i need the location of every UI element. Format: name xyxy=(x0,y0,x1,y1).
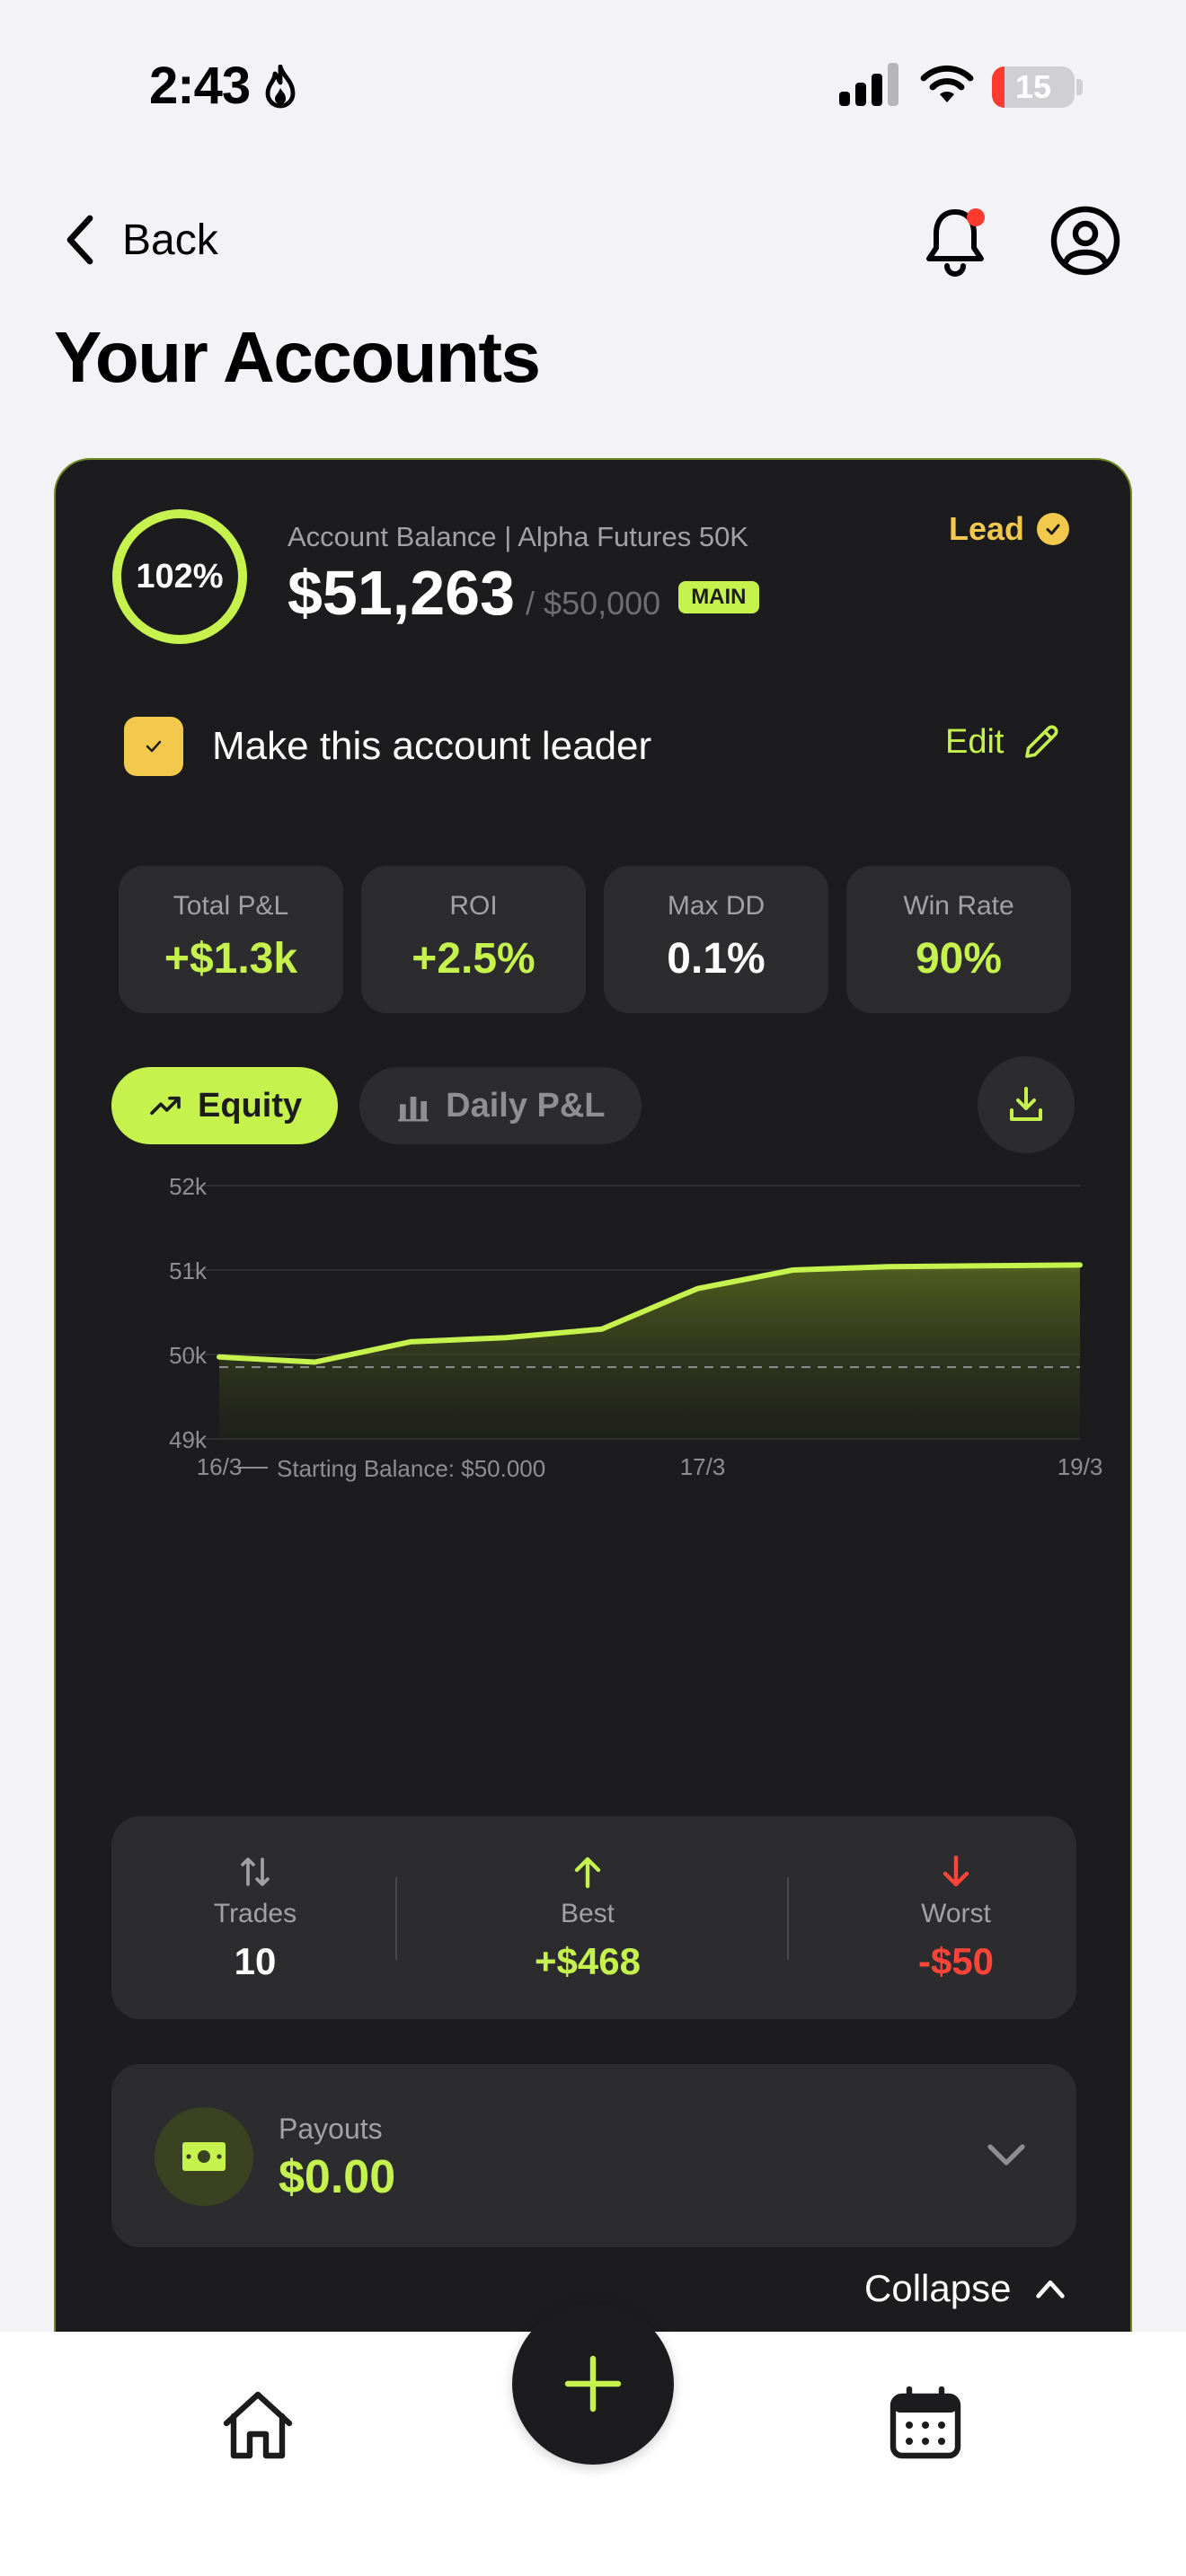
trade-summary: Trades 10 Best +$468 Worst -$50 xyxy=(111,1816,1076,2019)
arrow-down-icon xyxy=(943,1855,969,1887)
back-label: Back xyxy=(122,216,218,264)
y-tick-label: 52k xyxy=(169,1173,208,1200)
equity-chart-svg: 52k 51k 50k 49k16/3 17/3 19/3 Starting Balance… xyxy=(169,1173,1103,1482)
best-value: +$468 xyxy=(535,1940,641,1982)
back-button[interactable]: Back xyxy=(63,208,218,271)
balance-row: $51,263 / $50,000 MAIN xyxy=(288,557,759,629)
battery-level: 15 xyxy=(1014,68,1052,105)
notification-dot xyxy=(967,208,985,226)
chevron-down-icon xyxy=(987,2144,1025,2166)
user-circle-icon xyxy=(1050,206,1120,276)
x-tick-label: 19/3 xyxy=(1058,1453,1103,1480)
payouts-label: Payouts xyxy=(279,2113,383,2145)
progress-label: 102% xyxy=(136,558,224,595)
baseline-label: Starting Balance: $50.000 xyxy=(277,1455,545,1482)
status-bar: 2:43 15 xyxy=(0,0,1186,171)
account-balance: $51,263 xyxy=(288,558,516,628)
main-badge: MAIN xyxy=(678,581,759,613)
stat-label: Max DD xyxy=(667,891,766,921)
stat-label: Win Rate xyxy=(903,891,1014,921)
stat-label: Total P&L xyxy=(173,891,289,921)
add-button[interactable] xyxy=(512,2303,674,2465)
chart-tabs: Equity Daily P&L xyxy=(111,1067,642,1144)
check-circle-icon xyxy=(1037,513,1070,545)
divider xyxy=(787,1877,789,1960)
payouts-panel[interactable]: Payouts $0.00 xyxy=(111,2064,1076,2247)
balance-progress-ring: 102% xyxy=(110,507,250,647)
worst-value: -$50 xyxy=(917,1940,995,1982)
stat-total-pnl: Total P&L +$1.3k xyxy=(119,866,343,1013)
best-trade: Best +$468 xyxy=(480,1854,695,1983)
collapse-button[interactable]: Collapse xyxy=(864,2267,1068,2310)
plus-icon xyxy=(564,2355,622,2413)
x-tick-label: 16/3 xyxy=(197,1453,243,1480)
stat-value: +$1.3k xyxy=(164,935,298,983)
arrow-up-icon xyxy=(574,1857,601,1889)
banknote-icon xyxy=(155,2107,253,2206)
page-title: Your Accounts xyxy=(54,317,541,397)
stat-value: 90% xyxy=(915,935,1003,983)
stat-max-dd: Max DD 0.1% xyxy=(604,866,828,1013)
equity-chart: 52k 51k 50k 49k 16/3 17/3 19/3 Starting Balance… xyxy=(56,1169,1130,1547)
calendar-icon[interactable] xyxy=(888,2384,963,2461)
edit-label: Edit xyxy=(945,722,1005,761)
status-time: 2:43 xyxy=(149,57,251,115)
download-icon xyxy=(1010,1087,1042,1121)
edit-button[interactable]: Edit xyxy=(945,720,1063,763)
starting-balance: / $50,000 xyxy=(526,585,661,622)
stat-win-rate: Win Rate 90% xyxy=(846,866,1071,1013)
stat-value: +2.5% xyxy=(412,935,535,983)
battery-icon: 15 xyxy=(992,66,1075,108)
tab-equity-label: Equity xyxy=(198,1086,303,1125)
tab-daily-pnl-label: Daily P&L xyxy=(446,1086,606,1125)
wifi-icon xyxy=(920,65,974,102)
payouts-value: $0.00 xyxy=(279,2151,396,2203)
trades-count: Trades 10 xyxy=(147,1854,363,1983)
y-tick-label: 51k xyxy=(169,1257,208,1284)
flame-icon xyxy=(265,65,296,109)
download-button[interactable] xyxy=(978,1056,1075,1153)
y-tick-label: 49k xyxy=(169,1426,208,1453)
signal-icon xyxy=(839,63,898,106)
best-label: Best xyxy=(560,1899,615,1928)
battery-tip xyxy=(1076,79,1083,95)
lead-label: Lead xyxy=(949,510,1025,547)
x-tick-label: 17/3 xyxy=(680,1453,726,1480)
checkmark-icon xyxy=(146,740,162,753)
leader-checkbox[interactable] xyxy=(124,717,183,776)
stat-roi: ROI +2.5% xyxy=(361,866,586,1013)
chevron-left-icon xyxy=(66,215,93,265)
balance-label: Account Balance | Alpha Futures 50K xyxy=(288,521,748,552)
stat-label: ROI xyxy=(449,891,498,921)
leader-checkbox-label: Make this account leader xyxy=(212,724,652,768)
stats-row: Total P&L +$1.3k ROI +2.5% Max DD 0.1% W… xyxy=(119,866,1071,1013)
worst-trade: Worst -$50 xyxy=(857,1854,1055,1983)
trending-up-icon xyxy=(150,1096,181,1116)
collapse-label: Collapse xyxy=(864,2267,1012,2309)
stat-value: 0.1% xyxy=(667,935,766,983)
equity-area xyxy=(219,1265,1080,1439)
bar-chart-icon xyxy=(398,1097,429,1122)
divider xyxy=(395,1877,397,1960)
notifications-button[interactable] xyxy=(922,203,988,278)
home-icon[interactable] xyxy=(219,2386,296,2463)
pencil-icon xyxy=(1025,725,1058,758)
y-tick-label: 50k xyxy=(169,1342,208,1369)
account-card: 102% Account Balance | Alpha Futures 50K… xyxy=(54,458,1132,2434)
trades-label: Trades xyxy=(213,1899,297,1928)
profile-button[interactable] xyxy=(1049,205,1121,277)
chevron-up-icon xyxy=(1036,2280,1066,2298)
swap-arrows-icon xyxy=(241,1857,270,1886)
trades-value: 10 xyxy=(234,1940,277,1982)
make-leader-row: Make this account leader xyxy=(124,717,651,776)
tab-equity[interactable]: Equity xyxy=(111,1067,339,1144)
tab-daily-pnl[interactable]: Daily P&L xyxy=(359,1067,642,1144)
worst-label: Worst xyxy=(921,1899,991,1928)
lead-indicator: Lead xyxy=(949,510,1070,548)
